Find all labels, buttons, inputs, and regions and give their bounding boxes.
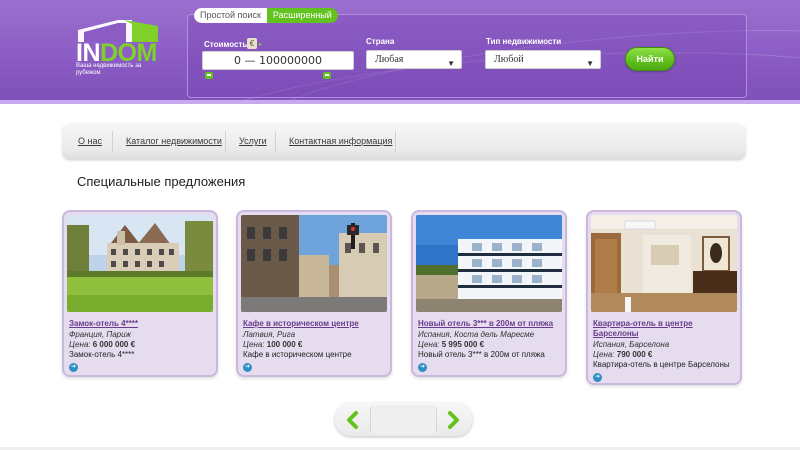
caret-down-icon: ▼: [447, 59, 455, 68]
price-value: 6 000 000 €: [92, 340, 136, 349]
header-divider: [0, 100, 800, 104]
price-max-handle[interactable]: [323, 72, 331, 79]
nav-item-about[interactable]: О нас: [78, 136, 102, 147]
offer-description: Новый отель 3*** в 200м от пляжа: [418, 350, 545, 359]
price-label: Цена:: [243, 340, 265, 349]
section-title: Специальные предложения: [77, 174, 246, 189]
offer-price: Цена: 790 000 €: [593, 350, 652, 360]
offer-price: Цена: 100 000 €: [243, 340, 302, 350]
arrow-circle-right-icon[interactable]: ➜: [243, 363, 252, 372]
offer-description: Квартира-отель в центре Барселоны: [593, 360, 730, 369]
tab-simple-search[interactable]: Простой поиск: [194, 8, 267, 23]
offer-photo[interactable]: [241, 215, 387, 312]
price-label: Цена:: [418, 340, 440, 349]
price-value: 790 000 €: [616, 350, 653, 359]
offer-location: Франция, Париж: [69, 330, 132, 339]
offer-photo[interactable]: [67, 215, 213, 312]
site-logo[interactable]: INDOM Ваша недвижимость за рубежом: [76, 20, 176, 80]
price-value: 5 995 000 €: [441, 340, 485, 349]
arrow-circle-right-icon[interactable]: ➜: [69, 363, 78, 372]
offer-location: Испания, Коста дель Маресме: [418, 330, 535, 339]
main-nav: О нас Каталог недвижимости Услуги Контак…: [62, 123, 746, 160]
search-submit-button[interactable]: Найти: [625, 47, 675, 71]
currency-selector[interactable]: €: [247, 38, 257, 49]
nav-item-services[interactable]: Услуги: [239, 136, 267, 147]
offer-title-link[interactable]: Квартира-отель в центре Барселоны: [593, 319, 739, 339]
search-tabs: Простой поиск Расширенный: [194, 8, 338, 23]
price-range-field[interactable]: 0 — 100000000: [202, 51, 354, 70]
offer-description: Замок-отель 4****: [69, 350, 135, 359]
country-label: Страна: [366, 37, 395, 46]
offer-title-link[interactable]: Новый отель 3*** в 200м от пляжа: [418, 319, 564, 329]
carousel-pager: [335, 403, 472, 436]
offer-card: Квартира-отель в центре Барселоны Испани…: [586, 210, 742, 385]
offer-card: Кафе в историческом центре Латвия, Рига …: [236, 210, 392, 377]
arrow-circle-right-icon[interactable]: ➜: [593, 373, 602, 382]
property-type-select[interactable]: Любой ▼: [485, 50, 601, 69]
country-select-value: Любая: [375, 54, 404, 65]
logo-tagline: Ваша недвижимость за рубежом: [76, 63, 142, 76]
price-label: Цена:: [593, 350, 615, 359]
price-value: 100 000 €: [266, 340, 303, 349]
arrow-circle-right-icon[interactable]: ➜: [418, 363, 427, 372]
offer-card: Новый отель 3*** в 200м от пляжа Испания…: [411, 210, 567, 377]
price-min-handle[interactable]: [205, 72, 213, 79]
price-label: Цена:: [69, 340, 91, 349]
offer-price: Цена: 6 000 000 €: [69, 340, 135, 350]
property-type-label: Тип недвижимости: [486, 37, 562, 46]
currency-caret-icon[interactable]: ▸: [259, 41, 262, 48]
price-label: Стоимость: [204, 40, 248, 49]
offer-description: Кафе в историческом центре: [243, 350, 352, 359]
nav-item-contacts[interactable]: Контактная информация: [289, 136, 392, 147]
pager-separator: [436, 407, 437, 432]
nav-separator: [275, 131, 276, 153]
castle-photo-image: [67, 215, 213, 312]
property-type-select-value: Любой: [494, 54, 524, 65]
offer-price: Цена: 5 995 000 €: [418, 340, 484, 350]
cafe-photo-image: [241, 215, 387, 312]
chevron-right-icon[interactable]: [443, 410, 463, 430]
apartment-photo-image: [591, 215, 737, 312]
caret-down-icon: ▼: [586, 59, 594, 68]
offer-location: Латвия, Рига: [243, 330, 296, 339]
offer-location: Испания, Барселона: [593, 340, 670, 349]
tab-advanced-search[interactable]: Расширенный: [266, 8, 338, 23]
nav-separator: [395, 131, 396, 153]
chevron-left-icon[interactable]: [343, 410, 363, 430]
offer-photo[interactable]: [591, 215, 737, 312]
hotel-photo-image: [416, 215, 562, 312]
pager-track: [371, 405, 435, 434]
offer-title-link[interactable]: Замок-отель 4****: [69, 319, 215, 329]
offer-card: Замок-отель 4**** Франция, Париж Цена: 6…: [62, 210, 218, 377]
nav-separator: [225, 131, 226, 153]
nav-item-catalog[interactable]: Каталог недвижимости: [126, 136, 222, 147]
nav-separator: [112, 131, 113, 153]
offer-title-link[interactable]: Кафе в историческом центре: [243, 319, 389, 329]
country-select[interactable]: Любая ▼: [366, 50, 462, 69]
offer-photo[interactable]: [416, 215, 562, 312]
